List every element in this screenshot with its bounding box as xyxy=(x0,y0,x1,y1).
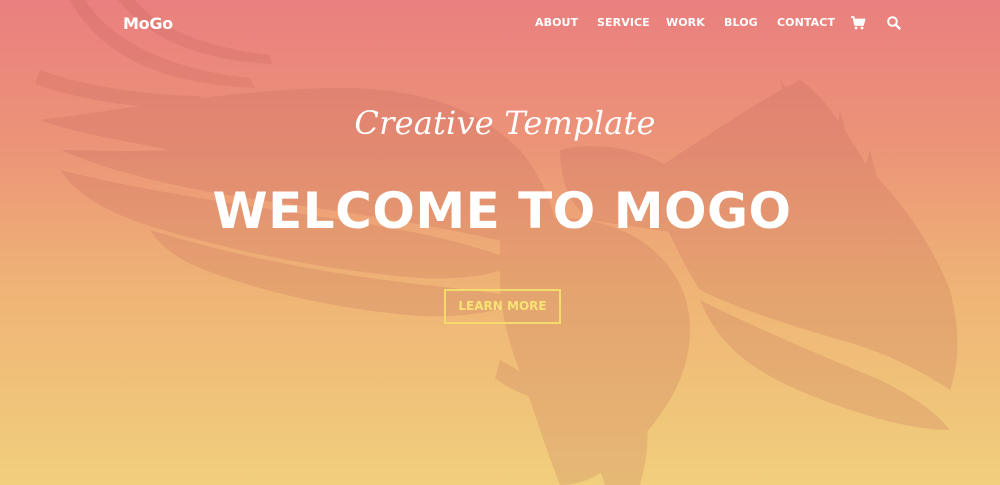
hero-subtitle: Creative Template xyxy=(354,104,656,142)
main-nav: ABOUT SERVICE WORK BLOG CONTACT xyxy=(0,16,1000,32)
eagle-icon xyxy=(35,0,958,485)
hero-section: MoGo ABOUT SERVICE WORK BLOG CONTACT Cre… xyxy=(0,0,1000,485)
nav-about[interactable]: ABOUT xyxy=(535,16,578,29)
hero-title: WELCOME TO MOGO xyxy=(212,182,792,240)
nav-work[interactable]: WORK xyxy=(666,16,705,29)
cart-icon[interactable] xyxy=(850,15,866,31)
nav-service[interactable]: SERVICE xyxy=(597,16,650,29)
nav-contact[interactable]: CONTACT xyxy=(777,16,835,29)
nav-blog[interactable]: BLOG xyxy=(724,16,758,29)
learn-more-button[interactable]: LEARN MORE xyxy=(444,289,561,324)
search-icon[interactable] xyxy=(886,15,902,31)
site-header: MoGo ABOUT SERVICE WORK BLOG CONTACT xyxy=(0,0,1000,46)
